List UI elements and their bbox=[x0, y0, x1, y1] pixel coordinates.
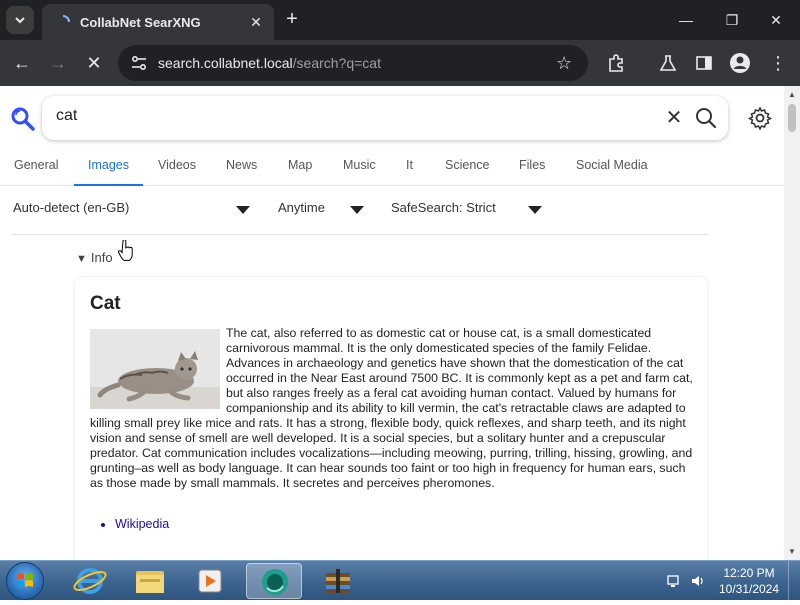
chevron-down-icon[interactable] bbox=[350, 206, 364, 214]
taskbar-browser[interactable] bbox=[246, 563, 302, 599]
close-tab-icon[interactable]: ✕ bbox=[248, 14, 264, 30]
clock-date: 10/31/2024 bbox=[718, 582, 780, 596]
info-summary-label: Info bbox=[90, 250, 113, 265]
time-range-select[interactable]: Anytime bbox=[278, 200, 325, 215]
search-input[interactable]: cat bbox=[56, 107, 77, 125]
volume-icon[interactable] bbox=[690, 573, 706, 589]
search-box[interactable]: cat ✕ bbox=[42, 96, 728, 140]
triangle-down-icon: ▼ bbox=[76, 253, 87, 265]
infobox: Cat The cat, also referred to as domesti… bbox=[74, 276, 708, 560]
browser-tab[interactable]: CollabNet SearXNG ✕ bbox=[42, 4, 274, 40]
taskbar-archive-app[interactable] bbox=[310, 563, 366, 599]
network-icon[interactable] bbox=[666, 573, 682, 589]
taskbar-internet-explorer[interactable] bbox=[62, 563, 118, 599]
loading-spinner-icon bbox=[62, 15, 70, 23]
forward-arrow-icon[interactable]: → bbox=[46, 51, 70, 75]
browser-menu-icon[interactable]: ⋮ bbox=[766, 51, 790, 75]
tab-images[interactable]: Images bbox=[74, 154, 143, 186]
infobox-title: Cat bbox=[90, 293, 121, 314]
search-icon[interactable] bbox=[694, 106, 718, 130]
browser-tab-strip: CollabNet SearXNG ✕ + — ❐ ✕ bbox=[0, 0, 800, 40]
windows-logo-icon bbox=[17, 573, 33, 587]
tab-map[interactable]: Map bbox=[274, 154, 326, 186]
browser-app-icon bbox=[262, 569, 288, 595]
show-desktop-button[interactable] bbox=[788, 561, 800, 601]
tab-social-media[interactable]: Social Media bbox=[562, 154, 662, 186]
wikipedia-link[interactable]: Wikipedia bbox=[115, 517, 169, 531]
tab-science[interactable]: Science bbox=[431, 154, 503, 186]
archive-icon bbox=[326, 569, 350, 593]
profile-avatar-icon[interactable] bbox=[728, 51, 752, 75]
clock-time: 12:20 PM bbox=[723, 566, 775, 580]
scroll-down-icon[interactable]: ▼ bbox=[788, 547, 796, 556]
cat-photo-icon bbox=[90, 329, 220, 409]
address-bar[interactable]: search.collabnet.local/search?q=cat ☆ bbox=[118, 45, 588, 81]
close-window-icon[interactable]: ✕ bbox=[764, 8, 788, 32]
windows-taskbar: 12:20 PM 10/31/2024 bbox=[0, 560, 800, 601]
list-item: Wikipedia bbox=[115, 517, 169, 531]
labs-flask-icon[interactable] bbox=[656, 51, 680, 75]
taskbar-media-player[interactable] bbox=[182, 563, 238, 599]
taskbar-file-explorer[interactable] bbox=[122, 563, 178, 599]
divider bbox=[12, 234, 708, 235]
search-results-page: cat ✕ General Images Videos News Map Mus… bbox=[0, 86, 784, 560]
stop-loading-icon[interactable]: ✕ bbox=[82, 51, 106, 75]
tab-general[interactable]: General bbox=[0, 154, 72, 186]
media-player-icon bbox=[198, 569, 222, 593]
chevron-down-icon[interactable] bbox=[236, 206, 250, 214]
tab-videos[interactable]: Videos bbox=[144, 154, 210, 186]
back-arrow-icon[interactable]: ← bbox=[10, 51, 34, 75]
tab-it[interactable]: It bbox=[392, 154, 427, 186]
start-button[interactable] bbox=[6, 562, 44, 600]
info-toggle[interactable]: ▼ Info bbox=[76, 250, 113, 265]
page-scrollbar[interactable]: ▲ ▼ bbox=[784, 86, 800, 560]
search-filters: Auto-detect (en-GB) Anytime SafeSearch: … bbox=[0, 196, 784, 226]
scroll-thumb[interactable] bbox=[788, 104, 796, 132]
infobox-image[interactable] bbox=[90, 329, 220, 409]
language-select[interactable]: Auto-detect (en-GB) bbox=[13, 200, 129, 215]
chevron-down-icon bbox=[15, 17, 25, 24]
side-panel-icon[interactable] bbox=[692, 51, 716, 75]
site-info-icon[interactable] bbox=[130, 54, 148, 72]
browser-toolbar: ← → ✕ search.collabnet.local/search?q=ca… bbox=[0, 40, 800, 86]
tab-news[interactable]: News bbox=[212, 154, 271, 186]
new-tab-button[interactable]: + bbox=[280, 8, 304, 32]
system-clock[interactable]: 12:20 PM 10/31/2024 bbox=[714, 565, 784, 597]
tab-title: CollabNet SearXNG bbox=[80, 14, 201, 30]
tab-music[interactable]: Music bbox=[329, 154, 390, 186]
internet-explorer-icon bbox=[73, 568, 107, 594]
folder-icon bbox=[136, 571, 164, 593]
safesearch-select[interactable]: SafeSearch: Strict bbox=[391, 200, 496, 215]
tab-files[interactable]: Files bbox=[505, 154, 559, 186]
hand-cursor-icon bbox=[118, 240, 133, 261]
extensions-icon[interactable] bbox=[604, 51, 628, 75]
minimize-icon[interactable]: — bbox=[674, 8, 698, 32]
searxng-logo-icon[interactable] bbox=[10, 106, 36, 132]
url-path: /search?q=cat bbox=[292, 55, 381, 71]
url-host: search.collabnet.local bbox=[158, 55, 293, 71]
clear-search-icon[interactable]: ✕ bbox=[662, 106, 686, 130]
gear-icon[interactable] bbox=[748, 106, 772, 130]
scroll-up-icon[interactable]: ▲ bbox=[788, 90, 796, 99]
infobox-links: Wikipedia bbox=[115, 517, 169, 531]
tab-search-button[interactable] bbox=[6, 6, 34, 34]
restore-icon[interactable]: ❐ bbox=[720, 8, 744, 32]
category-tabs: General Images Videos News Map Music It … bbox=[0, 150, 784, 186]
chevron-down-icon[interactable] bbox=[528, 206, 542, 214]
bookmark-star-icon[interactable]: ☆ bbox=[556, 53, 576, 73]
